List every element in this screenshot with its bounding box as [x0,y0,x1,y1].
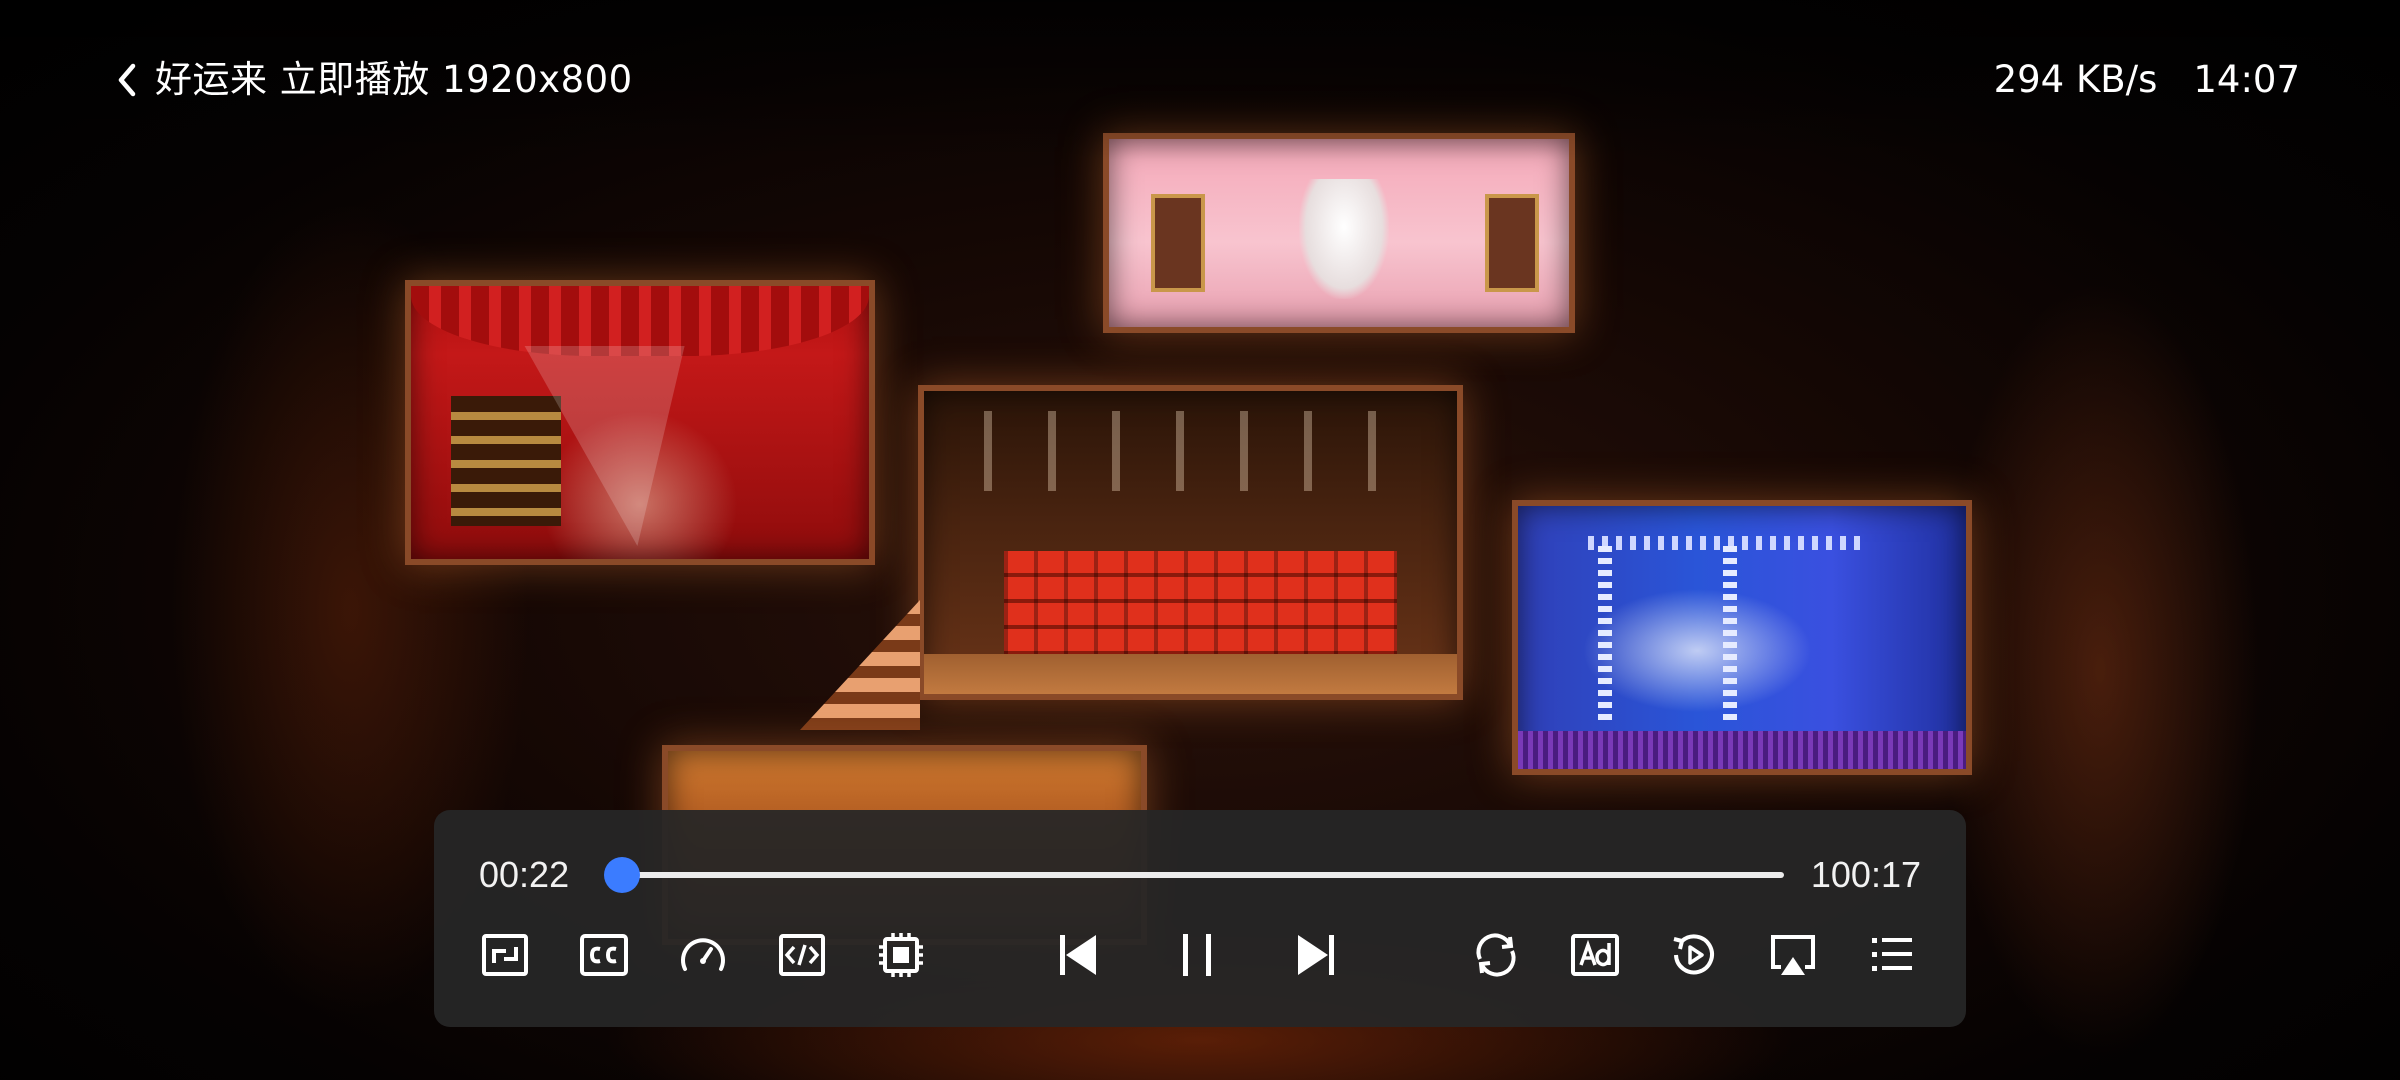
seek-bar-thumb[interactable] [603,857,640,893]
loop-button[interactable] [1466,925,1526,985]
player-control-panel: 00:22 100:17 [434,810,1966,1027]
next-button[interactable] [1286,925,1346,985]
back-button[interactable] [112,56,142,104]
cast-button[interactable] [1763,925,1823,985]
network-speed: 294 KB/s [1993,58,2158,101]
pause-icon [1183,934,1211,976]
concert-stage-room [1512,500,1972,775]
loop-icon [1476,933,1516,977]
ceiling-lights [984,411,1397,491]
playlist-icon [1872,938,1912,971]
concert-crowd [1518,731,1966,769]
subtitles-button[interactable] [574,925,634,985]
playback-speed-icon [681,938,725,971]
video-frame[interactable]: 好运来 立即播放 1920x800 294 KB/s 14:07 00:22 1… [0,0,2400,1080]
current-time: 00:22 [479,854,570,895]
pink-gallery-room [1103,133,1575,333]
hardware-decode-button[interactable] [871,925,931,985]
cinema-room [918,385,1463,700]
aspect-ratio-icon [482,934,528,976]
theater-balcony [451,396,561,526]
red-seats [1004,551,1397,661]
white-statue [1299,179,1389,299]
playback-speed-button[interactable] [673,925,733,985]
pause-button[interactable] [1167,925,1227,985]
subtitles-cc-icon [580,934,628,976]
portrait-frame-left [1151,194,1205,292]
ambient-glow-right [1940,280,2260,1060]
skip-next-icon [1298,935,1334,975]
aspect-ratio-button[interactable] [475,925,535,985]
replay-button[interactable] [1664,925,1724,985]
hardware-chip-icon [879,933,923,977]
portrait-frame-right [1485,194,1539,292]
stairs [800,600,920,730]
previous-button[interactable] [1048,925,1108,985]
replay-icon [1673,934,1714,975]
video-title: 好运来 立即播放 1920x800 [155,58,633,101]
playlist-button[interactable] [1862,925,1922,985]
truss-pole-right [1723,546,1737,726]
decoder-code-icon [779,934,825,976]
decoder-button[interactable] [772,925,832,985]
chevron-left-icon [118,63,136,97]
seek-bar[interactable] [603,857,1784,893]
total-duration: 100:17 [1810,854,1921,895]
clock: 14:07 [2193,58,2300,101]
skip-previous-icon [1060,935,1096,975]
ad-button[interactable] [1565,925,1625,985]
airplay-cast-icon [1771,935,1815,975]
ad-icon [1571,934,1619,976]
top-bar: 好运来 立即播放 1920x800 294 KB/s 14:07 [0,0,2400,160]
truss-pole-left [1598,546,1612,726]
red-theater-room [405,280,875,565]
cinema-floor [924,654,1457,694]
status-area: 294 KB/s 14:07 [1994,52,2300,108]
